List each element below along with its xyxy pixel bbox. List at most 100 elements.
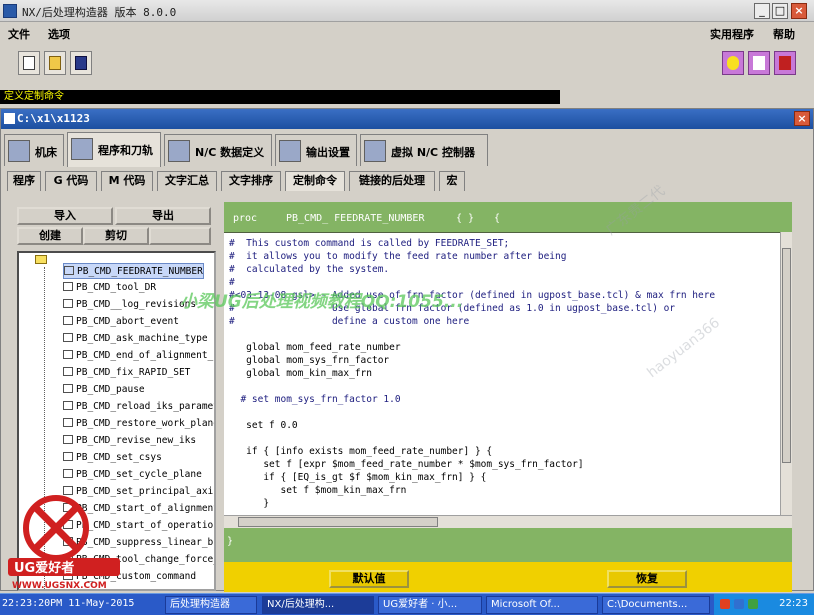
task-post-builder[interactable]: 后处理构造器 [165, 596, 257, 614]
task-nx-post[interactable]: NX/后处理构... [262, 596, 374, 614]
tree-item-label: PB_CMD_ask_machine_type [76, 333, 208, 344]
new-file-button[interactable] [18, 51, 40, 75]
subwindow-close-button[interactable]: × [794, 111, 810, 126]
editor-footer: } [224, 528, 792, 556]
paste-button[interactable] [149, 227, 211, 245]
tree-item[interactable]: PB_CMD_tool_DR [63, 280, 156, 296]
menu-bar: 文件 选项 实用程序 帮助 [0, 22, 814, 44]
subtab-g-code[interactable]: G 代码 [45, 171, 97, 191]
code-line: if { [info exists mom_feed_rate_number] … [229, 446, 493, 457]
code-editor: proc PB_CMD_ FEEDRATE_NUMBER { } { # Thi… [224, 202, 792, 588]
cut-button[interactable]: 剪切 [83, 227, 149, 245]
scroll-thumb[interactable] [782, 248, 791, 463]
save-button[interactable] [70, 51, 92, 75]
tab-label: 程序和刀轨 [98, 144, 153, 157]
minimize-button[interactable]: _ [754, 3, 770, 19]
command-icon [63, 367, 73, 376]
subtab-word-sequence[interactable]: 文字排序 [221, 171, 281, 191]
command-icon [63, 333, 73, 342]
menu-options[interactable]: 选项 [48, 26, 70, 42]
tree-item[interactable]: PB_CMD_FEEDRATE_NUMBER [63, 263, 204, 279]
subtab-m-code[interactable]: M 代码 [101, 171, 153, 191]
open-file-button[interactable] [44, 51, 66, 75]
tree-item[interactable]: PB_CMD_restore_work_plane_ [63, 416, 214, 432]
tree-item[interactable]: PB_CMD_revise_new_iks [63, 433, 196, 449]
manual-button[interactable] [774, 51, 796, 75]
vertical-scrollbar[interactable] [780, 232, 792, 515]
tab-label: 输出设置 [306, 146, 350, 159]
scroll-thumb[interactable] [238, 517, 438, 527]
subtab-linked-posts[interactable]: 链接的后处理 [349, 171, 435, 191]
tab-virtual-nc[interactable]: 虚拟 N/C 控制器 [360, 134, 488, 166]
printer-icon [279, 140, 301, 162]
tree-item-label: PB_CMD_abort_event [76, 316, 179, 327]
save-icon [75, 56, 87, 70]
command-icon [63, 418, 73, 427]
code-line: } [229, 498, 270, 509]
editor-text[interactable]: # This custom command is called by FEEDR… [224, 232, 792, 515]
command-icon [63, 384, 73, 393]
export-button[interactable]: 导出 [115, 207, 211, 225]
tab-machine[interactable]: 机床 [4, 134, 64, 166]
pointer-help-icon [753, 56, 765, 70]
close-button[interactable]: × [791, 3, 807, 19]
tab-label: 虚拟 N/C 控制器 [391, 146, 475, 159]
menu-utilities[interactable]: 实用程序 [710, 26, 754, 42]
tray-icon[interactable] [734, 599, 744, 609]
tree-item[interactable]: PB_CMD_set_csys [63, 450, 162, 466]
window-icon [4, 113, 15, 124]
tree-item[interactable]: PB_CMD_set_cycle_plane [63, 467, 202, 483]
subtab-macro[interactable]: 宏 [439, 171, 465, 191]
horizontal-scrollbar[interactable] [224, 515, 792, 528]
tree-item-label: PB_CMD_end_of_alignment_ch [76, 350, 216, 361]
action-bar: 默认值 恢复 [224, 562, 792, 592]
code-line: global mom_kin_max_frn [229, 368, 372, 379]
command-icon [63, 282, 73, 291]
tree-item[interactable]: PB_CMD_pause [63, 382, 145, 398]
tab-output-settings[interactable]: 输出设置 [275, 134, 357, 166]
subtab-custom-command[interactable]: 定制命令 [285, 171, 345, 191]
tree-item[interactable]: PB_CMD_abort_event [63, 314, 179, 330]
default-button[interactable]: 默认值 [329, 570, 409, 588]
tree-item-label: PB_CMD_reload_iks_paramete [76, 401, 216, 412]
tab-nc-data[interactable]: N/C 数据定义 [164, 134, 272, 166]
system-tray: 22:23 [714, 594, 814, 615]
tree-item[interactable]: PB_CMD_end_of_alignment_ch [63, 348, 216, 364]
code-line: # set mom_sys_frn_factor 1.0 [229, 394, 401, 405]
menu-file[interactable]: 文件 [8, 26, 30, 42]
subtab-word-summary[interactable]: 文字汇总 [157, 171, 217, 191]
window-title: NX/后处理构造器 版本 8.0.0 [22, 6, 177, 19]
code-line: # it allows you to modify the feed rate … [229, 251, 567, 262]
create-button[interactable]: 创建 [17, 227, 83, 245]
tray-icon[interactable] [720, 599, 730, 609]
code-line: set f $mom_kin_max_frn [229, 485, 407, 496]
maximize-button[interactable]: □ [772, 3, 788, 19]
import-button[interactable]: 导入 [17, 207, 113, 225]
tree-item-label: PB_CMD_fix_RAPID_SET [76, 367, 191, 378]
machine-icon [8, 140, 30, 162]
menu-help[interactable]: 帮助 [773, 26, 795, 42]
tree-item[interactable]: PB_CMD_ask_machine_type [63, 331, 208, 347]
subtab-program[interactable]: 程序 [7, 171, 41, 191]
tree-item[interactable]: PB_CMD_fix_RAPID_SET [63, 365, 190, 381]
task-microsoft-office[interactable]: Microsoft Of... [486, 596, 598, 614]
command-icon [63, 435, 73, 444]
nc-data-icon [168, 140, 190, 162]
recording-clock: 22:23:20PM 11-May-2015 [2, 598, 135, 609]
code-line: if { [EQ_is_gt $f $mom_kin_max_frn] } { [229, 472, 487, 483]
task-ug-forum[interactable]: UG爱好者 · 小... [378, 596, 482, 614]
code-line: # calculated by the system. [229, 264, 390, 275]
tray-icon[interactable] [748, 599, 758, 609]
tree-item[interactable]: PB_CMD__log_revisions [63, 297, 196, 313]
restore-button[interactable]: 恢复 [607, 570, 687, 588]
tree-item-label: PB_CMD_revise_new_iks [76, 435, 197, 446]
code-line: global mom_sys_frn_factor [229, 355, 390, 366]
tree-item[interactable]: PB_CMD_reload_iks_paramete [63, 399, 216, 415]
proc-keyword: proc [233, 213, 258, 224]
sub-tabs: 程序 G 代码 M 代码 文字汇总 文字排序 定制命令 链接的后处理 宏 [5, 169, 805, 191]
command-icon [63, 350, 73, 359]
context-help-button[interactable] [748, 51, 770, 75]
help-button[interactable] [722, 51, 744, 75]
tab-program-toolpath[interactable]: 程序和刀轨 [67, 132, 161, 167]
task-documents[interactable]: C:\Documents... [602, 596, 710, 614]
